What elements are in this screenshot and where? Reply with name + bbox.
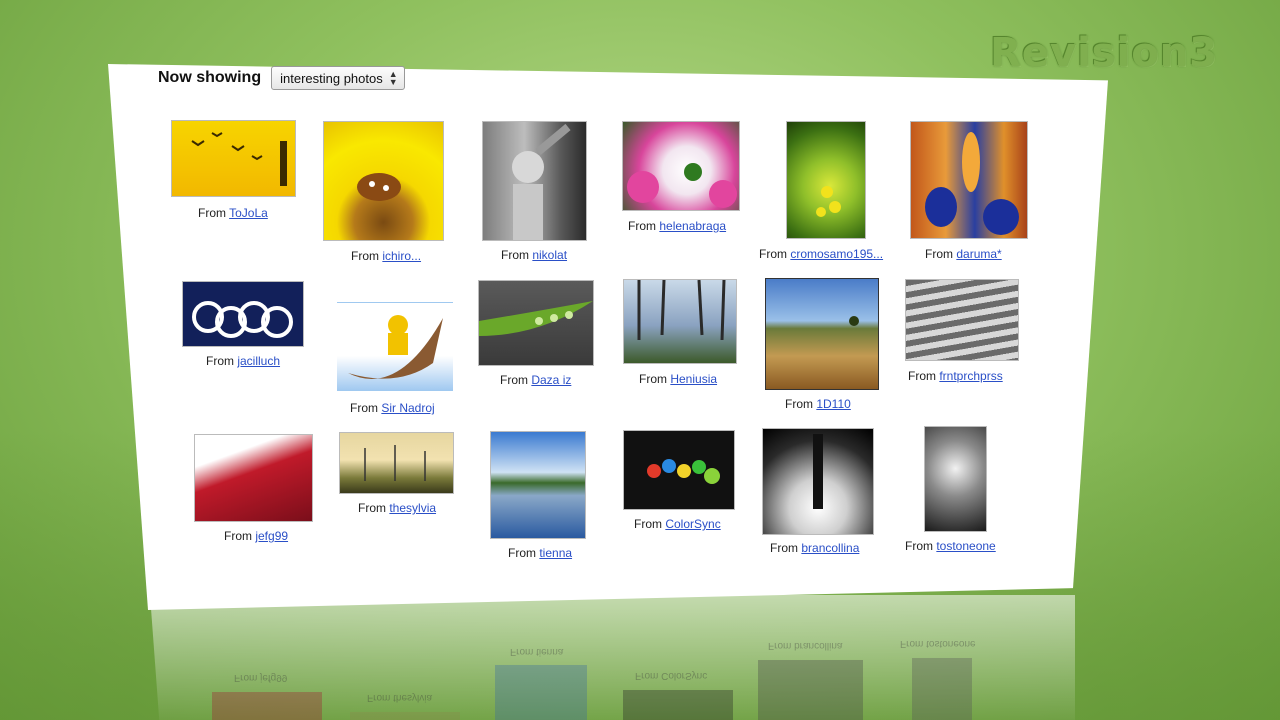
reflection-thumb [350,712,460,720]
photo-filter-select[interactable]: interesting photos ▲ ▼ [271,66,405,90]
photo-thumb-silhouette-bw[interactable] [762,428,874,535]
photo-caption: From jefg99 [224,529,289,543]
photo-caption: From ColorSync [634,517,721,531]
photo-thumb-leaf-droplets[interactable] [478,280,594,366]
photo-thumb-daruma-bottles[interactable] [910,121,1028,239]
photo-caption: From tostoneone [905,539,996,553]
author-link[interactable]: thesylvia [389,501,436,515]
reflection-caption: From brancollina [768,640,843,651]
filter-bar: Now showing interesting photos ▲ ▼ [158,66,405,90]
photo-caption: From ToJoLa [198,206,268,220]
photo-caption: From jacilluch [206,354,281,368]
photo-thumb-colored-balls[interactable] [623,430,735,510]
photo-thumb-forest-water[interactable] [623,279,737,364]
photo-thumb-butterfly-sunflower[interactable] [323,121,444,241]
photo-thumb-woman-portrait[interactable] [482,121,587,241]
reflection-thumb [212,692,322,720]
author-link[interactable]: ichiro... [382,249,421,263]
photo-thumb-wind-turbines[interactable] [339,432,454,494]
author-link[interactable]: Heniusia [670,372,717,386]
photo-thumb-birds-sunset[interactable] [171,120,296,197]
revision3-logo: Revision3 [989,30,1218,76]
photo-caption: From brancollina [770,541,860,555]
photo-caption: From tienna [508,546,573,560]
now-showing-label: Now showing [158,69,262,86]
photo-thumb-lake-reflection[interactable] [490,431,586,539]
photo-caption: From Sir Nadroj [350,401,435,415]
author-link[interactable]: helenabraga [659,219,726,233]
author-link[interactable]: Sir Nadroj [381,401,434,415]
author-link[interactable]: tostoneone [936,539,995,553]
reflection-thumb [495,665,587,720]
photo-caption: From 1D110 [785,397,851,411]
photo-thumb-field-landscape[interactable] [765,278,879,390]
photo-caption: From thesylvia [358,501,437,515]
reflection-caption: From jefg99 [234,672,288,683]
author-link[interactable]: frntprchprss [939,369,1002,383]
author-link[interactable]: jacilluch [237,354,280,368]
author-link[interactable]: daruma* [956,247,1001,261]
photo-caption: From frntprchprss [908,369,1003,383]
photo-caption: From helenabraga [628,219,727,233]
photo-thumb-stone-steps[interactable] [905,279,1019,361]
photo-thumb-boat-figure[interactable] [337,302,453,392]
author-link[interactable]: brancollina [801,541,859,555]
photo-caption: From daruma* [925,247,1002,261]
photo-thumb-clouds-bw[interactable] [924,426,987,532]
photo-filter-value: interesting photos [280,70,383,86]
photo-thumb-green-plant[interactable] [786,121,866,239]
photo-caption: From ichiro... [351,249,422,263]
reflection-thumb [758,660,863,720]
author-link[interactable]: cromosamo195... [790,247,883,261]
reflection-caption: From tostoneone [900,638,976,649]
author-link[interactable]: nikolat [532,248,567,262]
author-link[interactable]: ToJoLa [229,206,268,220]
photo-caption: From cromosamo195... [759,247,884,261]
reflection-thumb [912,658,972,720]
author-link[interactable]: Daza iz [531,373,571,387]
author-link[interactable]: jefg99 [255,529,288,543]
author-link[interactable]: tienna [539,546,572,560]
reflection-caption: From thesylvia [367,692,433,703]
reflection-caption: From tienna [510,646,564,657]
photo-thumb-red-leaf[interactable] [194,434,313,522]
photo-thumb-olympic-rings[interactable] [182,281,304,347]
reflection-caption: From ColorSync [635,670,708,681]
author-link[interactable]: 1D110 [816,397,850,411]
select-arrows-icon: ▲ ▼ [388,69,398,87]
photo-caption: From Heniusia [639,372,718,386]
reflection-thumb [623,690,733,720]
photo-thumb-pink-flowers[interactable] [622,121,740,211]
author-link[interactable]: ColorSync [665,517,720,531]
photo-caption: From Daza iz [500,373,572,387]
photo-caption: From nikolat [501,248,568,262]
